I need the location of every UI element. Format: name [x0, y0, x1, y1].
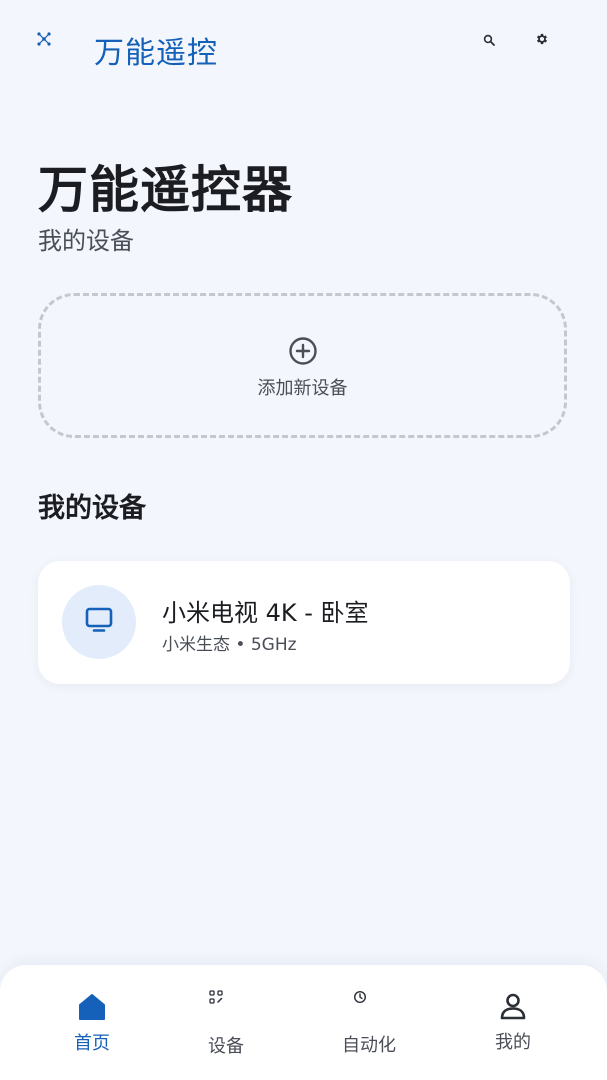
device-avatar: [62, 585, 136, 659]
bottom-navigation: 首页 设备 自动化 我的: [0, 965, 607, 1080]
settings-button[interactable]: [532, 30, 552, 50]
add-circle-icon: [288, 336, 318, 366]
nav-label-home: 首页: [74, 1033, 110, 1054]
gear-icon: [535, 31, 549, 50]
nav-label-automation: 自动化: [342, 1035, 396, 1056]
home-screen: 万能遥控 万能遥控器 我的设备 添加新设备 我的设备 小米电视 4K - 卧室 …: [0, 0, 607, 1080]
device-name: 小米电视 4K - 卧室: [162, 599, 369, 627]
device-meta: 小米生态 • 5GHz: [162, 635, 297, 655]
page-title: 万能遥控器: [38, 161, 293, 219]
nav-label-devices: 设备: [208, 1036, 244, 1057]
clock-icon: [352, 989, 368, 1005]
hub-icon: [36, 31, 52, 47]
search-button[interactable]: [479, 30, 499, 50]
page-subtitle: 我的设备: [38, 227, 134, 255]
add-device-label: 添加新设备: [257, 377, 348, 399]
section-title-my-devices: 我的设备: [38, 493, 146, 524]
top-app-bar: 万能遥控: [0, 0, 607, 96]
app-title: 万能遥控: [94, 36, 218, 71]
device-card[interactable]: 小米电视 4K - 卧室 小米生态 • 5GHz: [38, 561, 570, 684]
person-icon: [498, 991, 528, 1021]
add-device-button[interactable]: 添加新设备: [38, 293, 567, 438]
tv-icon: [85, 607, 113, 637]
nav-item-home[interactable]: 首页: [50, 965, 134, 1080]
devices-icon: [208, 989, 224, 1005]
home-icon: [77, 992, 107, 1022]
nav-item-devices[interactable]: 设备: [190, 965, 262, 1080]
nav-item-automation[interactable]: 自动化: [330, 965, 410, 1080]
nav-label-me: 我的: [495, 1032, 531, 1053]
search-icon: [483, 31, 495, 50]
nav-item-me[interactable]: 我的: [478, 965, 550, 1080]
